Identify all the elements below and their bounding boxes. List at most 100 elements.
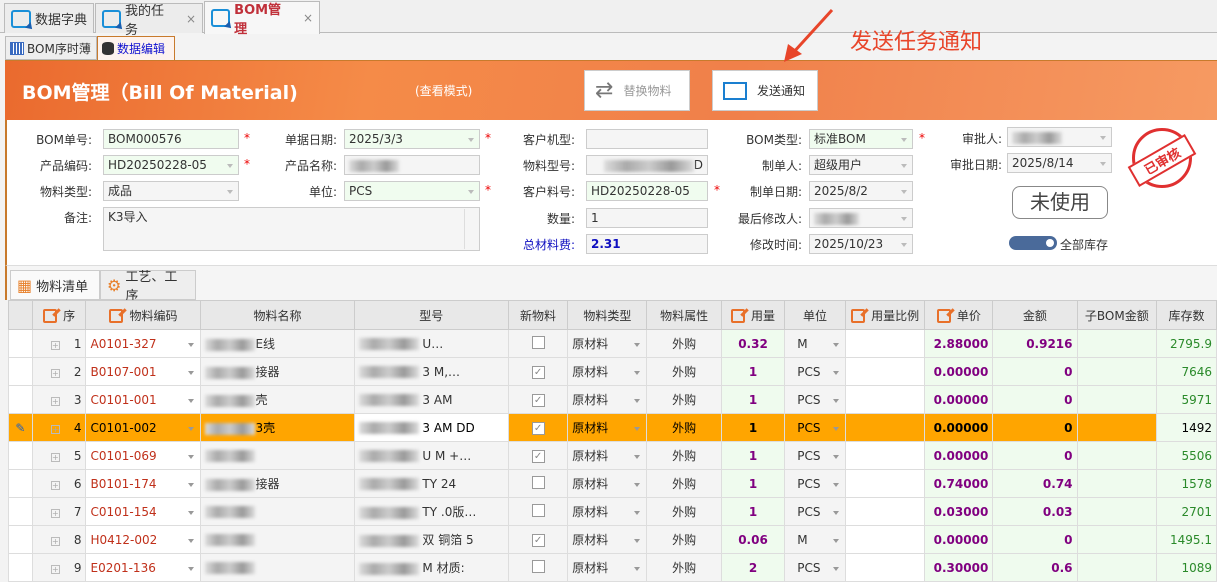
subtab-data-edit[interactable]: 数据编辑	[97, 36, 175, 61]
customer-model-field[interactable]	[586, 129, 708, 149]
dropdown-icon[interactable]	[188, 371, 195, 375]
qty-cell[interactable]: 1	[720, 385, 786, 414]
row-indicator[interactable]	[8, 441, 33, 470]
unit-cell[interactable]: PCS	[784, 357, 846, 386]
dropdown-icon[interactable]	[634, 483, 641, 487]
quantity-field[interactable]: 1	[586, 208, 708, 228]
all-stock-toggle[interactable]	[1009, 236, 1057, 250]
code-cell[interactable]: B0107-001	[85, 357, 202, 386]
column-header-model[interactable]: 型号	[353, 300, 509, 330]
dropdown-icon[interactable]	[634, 399, 641, 403]
scrollbar[interactable]	[464, 209, 478, 249]
column-header-price[interactable]: 单价	[924, 300, 994, 330]
new-material-checkbox[interactable]	[531, 335, 545, 349]
dropdown-icon[interactable]	[188, 399, 195, 403]
status-button[interactable]: 未使用	[1012, 186, 1108, 219]
bom-type-field[interactable]: 标准BOM	[809, 129, 913, 149]
type-cell[interactable]: 原材料	[567, 441, 648, 470]
column-header-amount[interactable]: 金额	[992, 300, 1078, 330]
new-material-checkbox[interactable]	[531, 475, 545, 489]
product-name-field[interactable]	[344, 155, 480, 175]
row-indicator[interactable]	[8, 497, 33, 526]
dropdown-icon[interactable]	[832, 511, 839, 515]
dropdown-icon[interactable]	[634, 371, 641, 375]
new-material-checkbox[interactable]: ✓	[531, 534, 545, 547]
ratio-cell[interactable]	[844, 497, 926, 526]
tab-data-dictionary[interactable]: 数据字典	[4, 3, 94, 33]
qty-cell[interactable]: 0.06	[720, 525, 786, 554]
unit-field[interactable]: PCS	[344, 181, 480, 201]
remark-textarea[interactable]: K3导入	[103, 207, 480, 251]
price-cell[interactable]: 0.03000	[924, 497, 994, 526]
table-row[interactable]: +3 C0101-001 壳 3 AM ✓ 原材料 外购 1 PCS 0.000…	[8, 385, 1217, 414]
price-cell[interactable]: 0.00000	[924, 357, 994, 386]
customer-part-field[interactable]: HD20250228-05	[586, 181, 708, 201]
code-cell[interactable]: A0101-327	[85, 329, 202, 358]
unit-cell[interactable]: M	[784, 329, 846, 358]
row-indicator[interactable]	[8, 385, 33, 414]
column-header-attr[interactable]: 物料属性	[646, 300, 722, 330]
row-indicator[interactable]: ✎	[8, 413, 33, 442]
dropdown-icon[interactable]	[832, 371, 839, 375]
new-material-checkbox[interactable]: ✓	[531, 394, 545, 407]
send-notification-button[interactable]: 发送通知	[712, 70, 818, 111]
table-row[interactable]: ✎ +4 C0101-002 3壳 3 AM DD ✓ 原材料 外购 1 PCS…	[8, 413, 1217, 442]
type-cell[interactable]: 原材料	[567, 413, 648, 442]
ratio-cell[interactable]	[844, 385, 926, 414]
dropdown-icon[interactable]	[188, 455, 195, 459]
dropdown-icon[interactable]	[634, 511, 641, 515]
type-cell[interactable]: 原材料	[567, 497, 648, 526]
dropdown-icon[interactable]	[188, 483, 195, 487]
last-modifier-field[interactable]	[809, 208, 913, 228]
table-row[interactable]: +5 C0101-069 U M +… ✓ 原材料 外购 1 PCS 0.000…	[8, 441, 1217, 470]
approve-date-field[interactable]: 2025/8/14	[1007, 153, 1112, 173]
creator-field[interactable]: 超级用户	[809, 155, 913, 175]
unit-cell[interactable]: PCS	[784, 385, 846, 414]
row-indicator[interactable]	[8, 357, 33, 386]
qty-cell[interactable]: 0.32	[720, 329, 786, 358]
code-cell[interactable]: B0101-174	[85, 469, 202, 498]
dropdown-icon[interactable]	[832, 539, 839, 543]
row-indicator[interactable]	[8, 469, 33, 498]
dropdown-icon[interactable]	[634, 455, 641, 459]
close-icon[interactable]: ×	[186, 12, 196, 26]
type-cell[interactable]: 原材料	[567, 525, 648, 554]
ratio-cell[interactable]	[844, 525, 926, 554]
expand-icon[interactable]: +	[50, 536, 60, 546]
price-cell[interactable]: 0.74000	[924, 469, 994, 498]
code-cell[interactable]: C0101-002	[85, 413, 202, 442]
column-header-seq[interactable]: 序	[31, 300, 87, 330]
unit-cell[interactable]: M	[784, 525, 846, 554]
column-header-unit[interactable]: 单位	[784, 300, 846, 330]
material-model-field[interactable]: D	[586, 155, 708, 175]
column-header-new[interactable]: 新物料	[507, 300, 569, 330]
table-row[interactable]: +2 B0107-001 接器 3 M,… ✓ 原材料 外购 1 PCS 0.0…	[8, 357, 1217, 386]
dropdown-icon[interactable]	[832, 343, 839, 347]
new-material-checkbox[interactable]	[531, 559, 545, 573]
new-material-checkbox[interactable]	[531, 503, 545, 517]
table-row[interactable]: +7 C0101-154 TY .0版… 原材料 外购 1 PCS 0.0300…	[8, 497, 1217, 526]
price-cell[interactable]: 2.88000	[924, 329, 994, 358]
dropdown-icon[interactable]	[188, 343, 195, 347]
type-cell[interactable]: 原材料	[567, 469, 648, 498]
row-indicator[interactable]	[8, 525, 33, 554]
expand-icon[interactable]: +	[50, 452, 60, 462]
dropdown-icon[interactable]	[832, 455, 839, 459]
column-header-ratio[interactable]: 用量比例	[844, 300, 926, 330]
code-cell[interactable]: C0101-069	[85, 441, 202, 470]
dropdown-icon[interactable]	[832, 399, 839, 403]
expand-icon[interactable]: +	[50, 396, 60, 406]
unit-cell[interactable]: PCS	[784, 441, 846, 470]
ratio-cell[interactable]	[844, 469, 926, 498]
type-cell[interactable]: 原材料	[567, 357, 648, 386]
price-cell[interactable]: 0.00000	[924, 385, 994, 414]
qty-cell[interactable]: 1	[720, 441, 786, 470]
unit-cell[interactable]: PCS	[784, 497, 846, 526]
modify-time-field[interactable]: 2025/10/23	[809, 234, 913, 254]
row-indicator[interactable]	[8, 329, 33, 358]
expand-icon[interactable]: +	[50, 368, 60, 378]
dropdown-icon[interactable]	[634, 427, 641, 431]
ratio-cell[interactable]	[844, 413, 926, 442]
replace-material-button[interactable]: ⇄ 替换物料	[584, 70, 690, 111]
subtab-bom-list[interactable]: BOM序时薄	[5, 36, 97, 60]
